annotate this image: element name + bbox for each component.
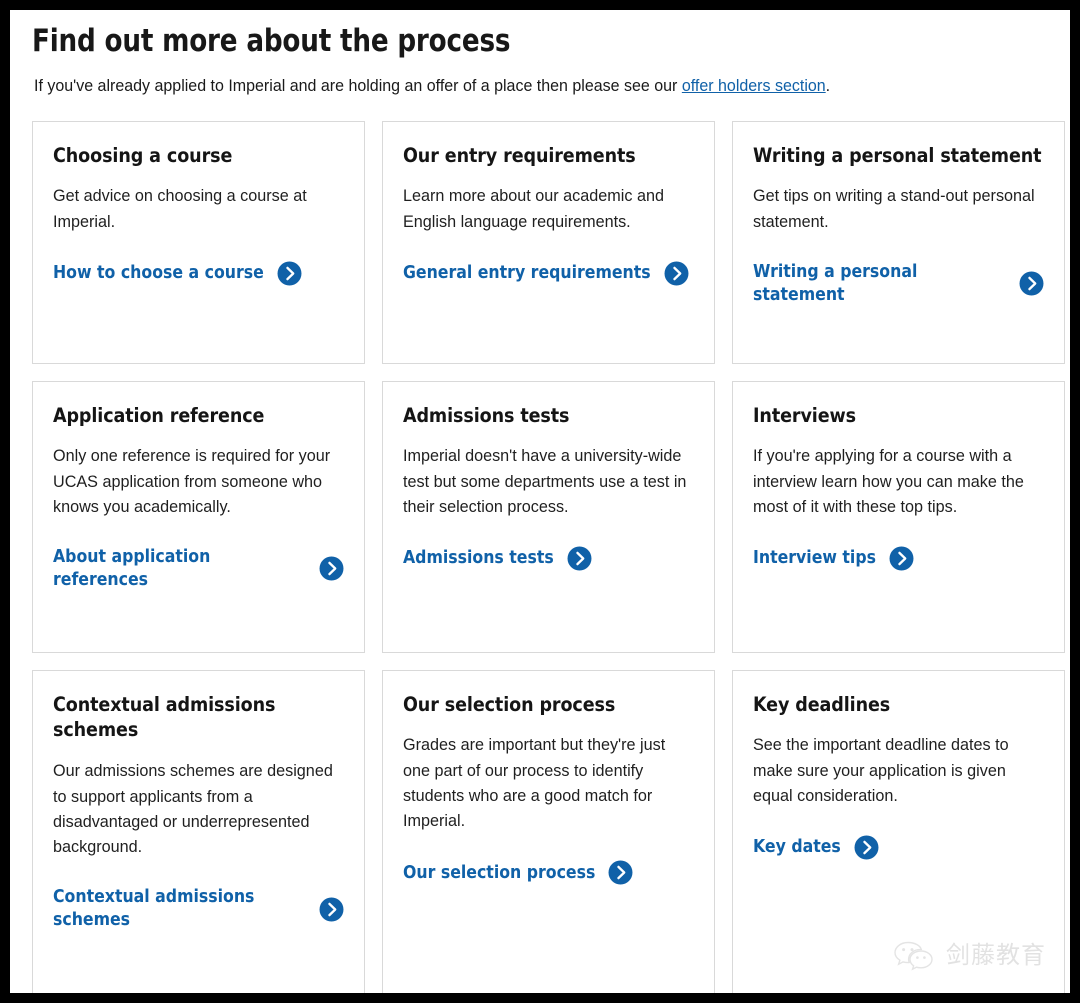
card-writing-a-personal-statement[interactable]: Writing a personal statement Get tips on… [732, 120, 1065, 364]
card-link-our-selection-process[interactable]: Our selection process [403, 860, 694, 885]
card-description: Our admissions schemes are designed to s… [53, 762, 333, 857]
card-our-entry-requirements[interactable]: Our entry requirements Learn more about … [382, 120, 715, 364]
card-title: Interviews [753, 403, 856, 427]
chevron-right-circle-icon [889, 546, 914, 571]
card-link-writing-a-personal-statement[interactable]: Writing a personal statement [753, 261, 1044, 307]
page-title: Find out more about the process [32, 23, 511, 59]
card-title: Admissions tests [403, 403, 570, 427]
card-description: Get advice on choosing a course at Imper… [53, 187, 307, 231]
card-contextual-admissions-schemes[interactable]: Contextual admissions schemes Our admiss… [32, 669, 365, 993]
card-choosing-a-course[interactable]: Choosing a course Get advice on choosing… [32, 120, 365, 364]
card-link-label: Interview tips [753, 548, 876, 569]
card-title: Choosing a course [53, 143, 233, 167]
card-description: Get tips on writing a stand-out personal… [753, 187, 1035, 231]
card-link-general-entry-requirements[interactable]: General entry requirements [403, 261, 694, 286]
card-description: Grades are important but they're just on… [403, 736, 666, 831]
card-description: See the important deadline dates to make… [753, 736, 1009, 805]
card-link-contextual-admissions-schemes[interactable]: Contextual admissions schemes [53, 886, 344, 932]
card-title: Our selection process [403, 692, 616, 716]
card-link-key-dates[interactable]: Key dates [753, 835, 1044, 860]
chevron-right-circle-icon [277, 261, 302, 286]
card-link-label: Admissions tests [403, 548, 554, 569]
card-title: Key deadlines [753, 692, 891, 716]
chevron-right-circle-icon [854, 835, 879, 860]
card-link-label: General entry requirements [403, 263, 651, 284]
card-description: Learn more about our academic and Englis… [403, 187, 664, 231]
card-title: Application reference [53, 403, 265, 427]
card-link-label: About application references [53, 547, 211, 590]
offer-holders-section-link[interactable]: offer holders section [682, 77, 826, 95]
card-link-label: Our selection process [403, 862, 596, 883]
card-link-label: Contextual admissions schemes [53, 887, 255, 931]
card-grid: Choosing a course Get advice on choosing… [32, 120, 1065, 993]
card-link-label: Key dates [753, 837, 841, 858]
chevron-right-circle-icon [608, 861, 633, 885]
card-link-interview-tips[interactable]: Interview tips [753, 546, 1044, 571]
card-description: Only one reference is required for your … [53, 447, 331, 516]
card-description: Imperial doesn't have a university-wide … [403, 447, 687, 516]
chevron-right-circle-icon [319, 897, 344, 922]
intro-paragraph: If you've already applied to Imperial an… [34, 74, 1018, 99]
intro-text-before: If you've already applied to Imperial an… [34, 76, 682, 95]
chevron-right-circle-icon [319, 556, 344, 581]
card-link-admissions-tests[interactable]: Admissions tests [403, 546, 694, 571]
chevron-right-circle-icon [664, 261, 689, 286]
card-interviews[interactable]: Interviews If you're applying for a cour… [732, 380, 1065, 653]
card-title: Writing a personal statement [753, 143, 1042, 167]
chevron-right-circle-icon [1019, 271, 1044, 296]
card-admissions-tests[interactable]: Admissions tests Imperial doesn't have a… [382, 380, 715, 653]
card-title: Contextual admissions schemes [53, 692, 276, 742]
card-link-how-to-choose-a-course[interactable]: How to choose a course [53, 261, 344, 286]
card-link-about-application-references[interactable]: About application references [53, 546, 344, 592]
card-our-selection-process[interactable]: Our selection process Grades are importa… [382, 669, 715, 993]
card-description: If you're applying for a course with a i… [753, 447, 1024, 516]
card-application-reference[interactable]: Application reference Only one reference… [32, 380, 365, 653]
card-link-label: How to choose a course [53, 263, 264, 284]
page-frame: Find out more about the process If you'v… [10, 10, 1070, 993]
page-content: Find out more about the process If you'v… [10, 10, 1070, 993]
card-key-deadlines[interactable]: Key deadlines See the important deadline… [732, 669, 1065, 993]
card-title: Our entry requirements [403, 143, 636, 167]
chevron-right-circle-icon [567, 546, 592, 571]
intro-text-after: . [825, 76, 831, 95]
card-link-label: Writing a personal statement [753, 261, 918, 305]
